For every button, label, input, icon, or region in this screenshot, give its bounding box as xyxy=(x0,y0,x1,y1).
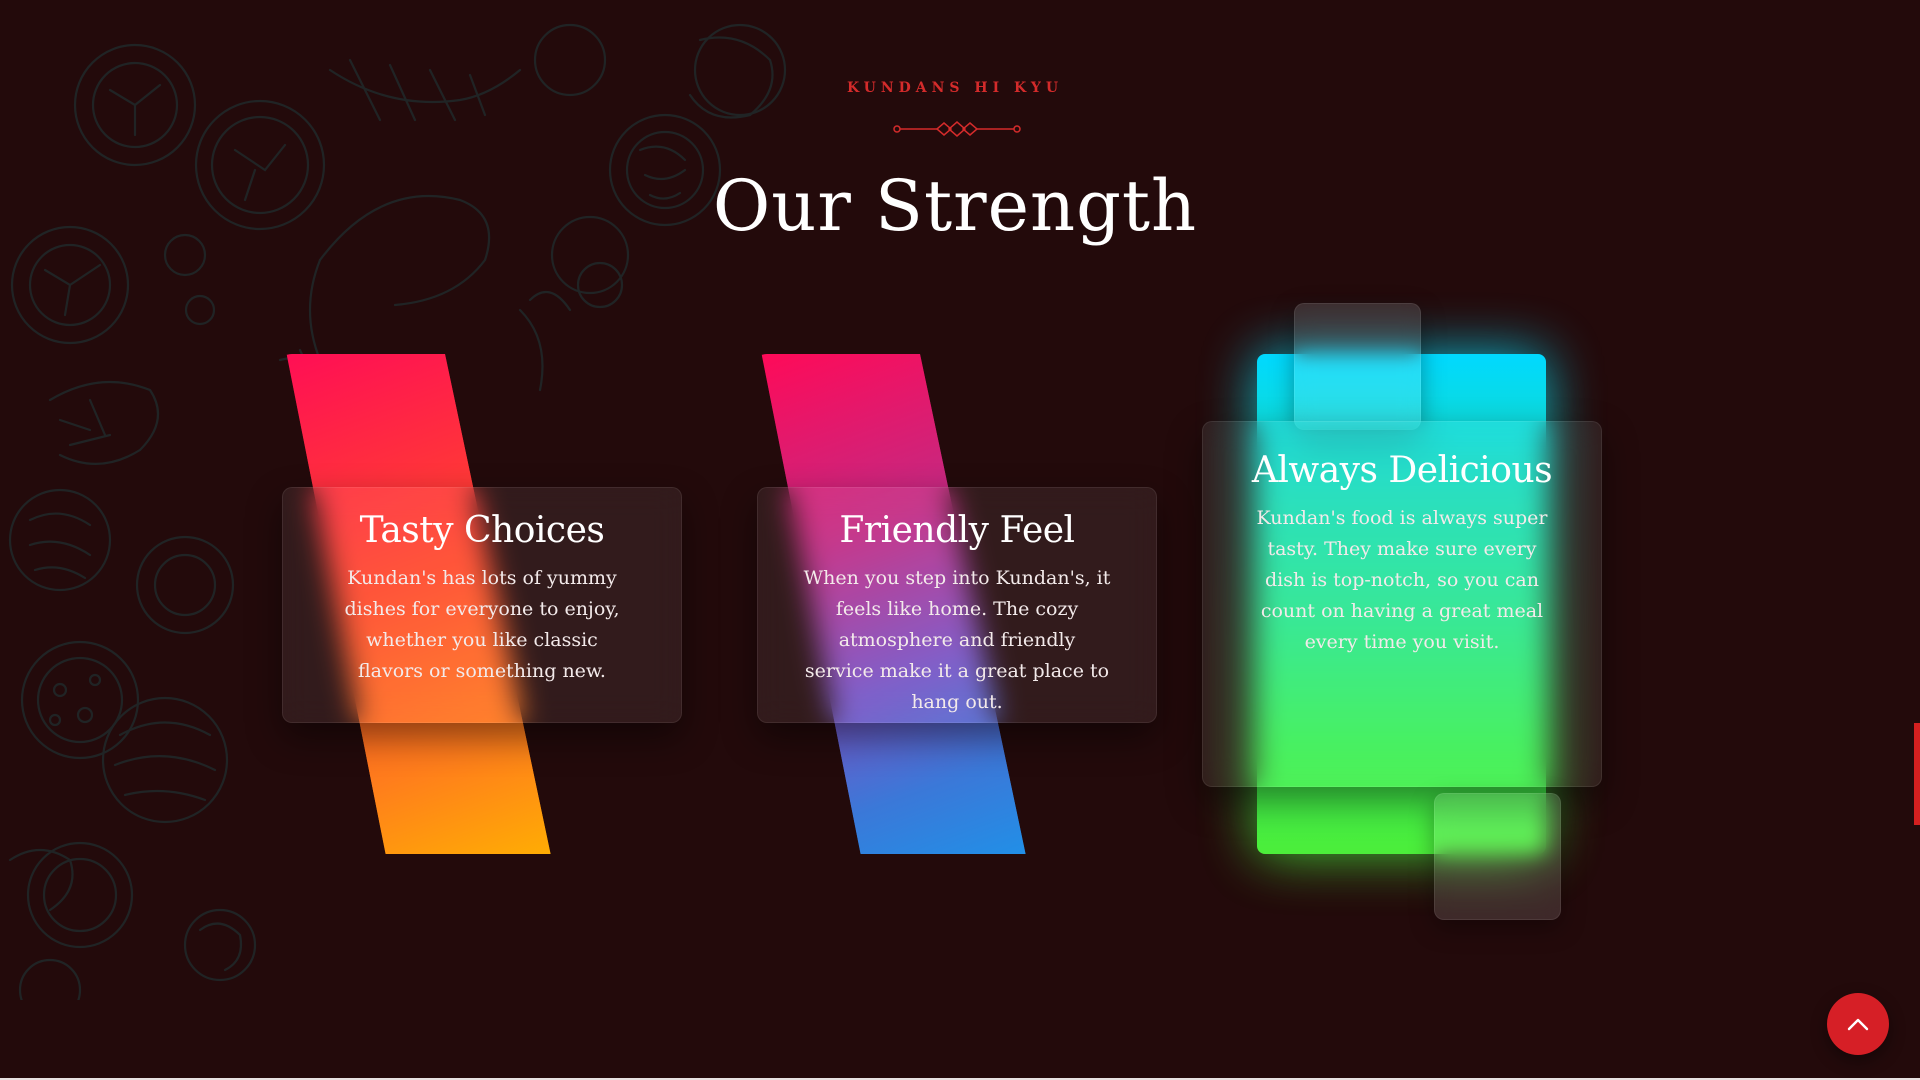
scroll-to-top-button[interactable] xyxy=(1827,993,1889,1055)
section-title: Our Strength xyxy=(712,165,1198,247)
page: KUNDANS HI KYU Our Strength Tasty Choice… xyxy=(0,0,1920,1080)
ornament-divider-icon xyxy=(893,121,1021,137)
glass-panel: Friendly Feel When you step into Kundan'… xyxy=(757,487,1157,723)
section-eyebrow: KUNDANS HI KYU xyxy=(846,80,1064,96)
card-title: Friendly Feel xyxy=(839,510,1075,551)
strength-card-friendly-feel: Friendly Feel When you step into Kundan'… xyxy=(755,300,1157,920)
scroll-indicator[interactable] xyxy=(1914,723,1920,825)
glass-panel: Always Delicious Kundan's food is always… xyxy=(1202,421,1602,787)
glass-panel: Tasty Choices Kundan's has lots of yummy… xyxy=(282,487,682,723)
strength-card-always-delicious: Always Delicious Kundan's food is always… xyxy=(1200,300,1602,920)
strength-card-tasty-choices: Tasty Choices Kundan's has lots of yummy… xyxy=(280,300,682,920)
card-text: When you step into Kundan's, it feels li… xyxy=(803,567,1111,713)
card-title: Tasty Choices xyxy=(359,510,605,551)
chevron-up-icon xyxy=(1847,1018,1869,1031)
card-text: Kundan's has lots of yummy dishes for ev… xyxy=(344,567,620,682)
card-text: Kundan's food is always super tasty. The… xyxy=(1256,507,1548,653)
card-title: Always Delicious xyxy=(1251,450,1553,491)
glass-square-decoration xyxy=(1434,793,1561,920)
glass-square-decoration xyxy=(1294,303,1421,430)
